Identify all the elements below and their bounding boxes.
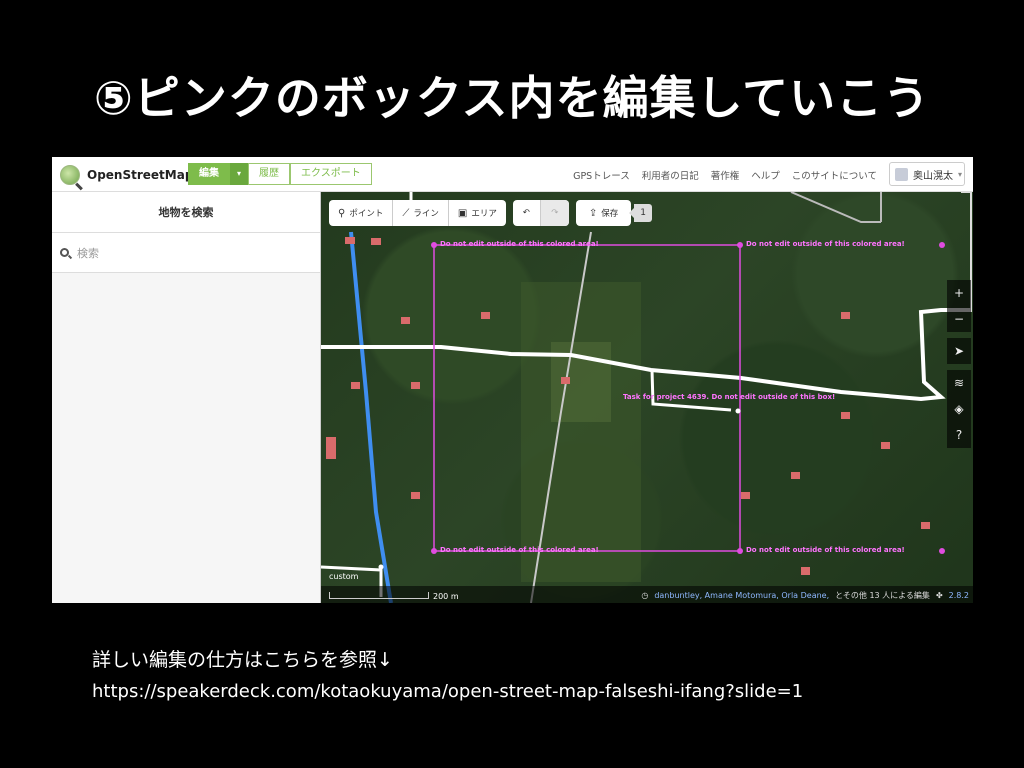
reference-url[interactable]: https://speakerdeck.com/kotaokuyama/open… <box>92 681 803 702</box>
road-node[interactable] <box>735 408 741 414</box>
edit-count-badge: 1 <box>629 204 652 222</box>
line-icon: ⟋ <box>402 207 410 219</box>
building[interactable] <box>345 237 355 244</box>
map-data-button[interactable]: ◈ <box>947 396 971 422</box>
search-icon <box>60 248 69 257</box>
zoom-out-button[interactable]: − <box>947 306 971 332</box>
area-icon: ▣ <box>457 207 468 219</box>
building[interactable] <box>561 377 570 384</box>
add-line-label: ライン <box>413 209 439 219</box>
feature-search-input[interactable]: 検索 <box>52 233 320 273</box>
add-point-button[interactable]: ⚲ ポイント <box>329 200 394 226</box>
user-name: 奥山滉太 <box>913 170 953 182</box>
scale-bar[interactable] <box>329 592 429 599</box>
nav-tabs: 編集 ▾ 履歴 エクスポート <box>188 163 372 185</box>
avatar <box>895 167 908 181</box>
attribution-names[interactable]: danbuntley, Amane Motomura, Orla Deane, <box>654 591 829 600</box>
editor-toolbar: ⚲ ポイント ⟋ ライン ▣ エリア ↶ ↷ ⇪ 保存 1 <box>329 200 652 226</box>
nav-link-diaries[interactable]: 利用者の日記 <box>642 168 699 182</box>
building[interactable] <box>326 437 336 459</box>
map-canvas[interactable]: ⚲ ポイント ⟋ ライン ▣ エリア ↶ ↷ ⇪ 保存 1 Do not edi… <box>321 192 973 603</box>
sponsor-logo-icon: ✤ <box>935 591 943 600</box>
chevron-down-icon: ▾ <box>958 169 963 179</box>
sidebar-header: 地物を検索 <box>52 192 320 233</box>
save-button[interactable]: ⇪ 保存 <box>576 200 631 226</box>
boundary-warning-label: Do not edit outside of this colored area… <box>440 546 599 554</box>
add-area-button[interactable]: ▣ エリア <box>449 200 506 226</box>
boundary-vertex[interactable] <box>431 242 437 248</box>
help-button[interactable]: ? <box>947 422 971 448</box>
add-line-button[interactable]: ⟋ ライン <box>393 200 449 226</box>
field-area <box>521 282 641 582</box>
edit-dropdown-button[interactable]: ▾ <box>230 163 249 185</box>
attribution-rest: とその他 13 人による編集 <box>835 591 930 600</box>
boundary-warning-label: Do not edit outside of this colored area… <box>746 240 905 248</box>
building[interactable] <box>481 312 490 319</box>
track-line[interactable] <box>790 192 881 223</box>
nav-link-help[interactable]: ヘルプ <box>751 168 780 182</box>
task-warning-label: Task for project 4639. Do not edit outsi… <box>623 393 836 401</box>
search-placeholder: 検索 <box>77 246 99 260</box>
tab-export[interactable]: エクスポート <box>290 163 372 185</box>
map-controls: + − ➤ ≋ ◈ ? <box>947 280 971 448</box>
save-label: 保存 <box>601 209 619 219</box>
boundary-vertex[interactable] <box>939 242 945 248</box>
waterway-line[interactable] <box>349 231 393 603</box>
building[interactable] <box>411 492 420 499</box>
building[interactable] <box>921 522 930 529</box>
map-footer: 200 m ◷ danbuntley, Amane Motomura, Orla… <box>321 586 973 603</box>
scale-label: 200 m <box>433 592 459 601</box>
building[interactable] <box>401 317 410 324</box>
building[interactable] <box>881 442 890 449</box>
version-label[interactable]: 2.8.2 <box>949 591 969 600</box>
history-icon: ◷ <box>641 591 649 600</box>
building[interactable] <box>801 567 810 575</box>
redo-button[interactable]: ↷ <box>540 200 569 226</box>
history-group: ↶ ↷ <box>512 200 569 226</box>
map-pin-icon: ⚲ <box>338 207 346 219</box>
save-group: ⇪ 保存 <box>575 200 632 226</box>
building[interactable] <box>841 412 850 419</box>
add-feature-group: ⚲ ポイント ⟋ ライン ▣ エリア <box>329 200 506 226</box>
nav-link-gps-traces[interactable]: GPSトレース <box>573 168 630 182</box>
attribution: ◷ danbuntley, Amane Motomura, Orla Deane… <box>641 590 969 601</box>
nav-links: GPSトレース 利用者の日記 著作権 ヘルプ このサイトについて <box>573 168 877 182</box>
nav-link-about[interactable]: このサイトについて <box>792 168 877 182</box>
road-node[interactable] <box>378 564 384 570</box>
user-menu[interactable]: 奥山滉太 ▾ <box>889 162 965 186</box>
upload-icon: ⇪ <box>588 207 598 219</box>
boundary-vertex[interactable] <box>737 548 743 554</box>
osm-screenshot: OpenStreetMap 編集 ▾ 履歴 エクスポート GPSトレース 利用者… <box>52 157 973 603</box>
boundary-vertex[interactable] <box>431 548 437 554</box>
building[interactable] <box>741 492 750 499</box>
slide-note: 詳しい編集の仕方はこちらを参照↓ <box>92 649 393 671</box>
boundary-warning-label: Do not edit outside of this colored area… <box>440 240 599 248</box>
building[interactable] <box>411 382 420 389</box>
osm-logo-icon <box>60 165 80 185</box>
nav-link-copyright[interactable]: 著作権 <box>711 168 740 182</box>
building[interactable] <box>371 238 381 245</box>
background-layers-button[interactable]: ≋ <box>947 370 971 396</box>
sidebar: 地物を検索 検索 <box>52 192 321 603</box>
add-area-label: エリア <box>471 209 497 219</box>
tab-edit[interactable]: 編集 <box>188 163 230 185</box>
redo-icon: ↷ <box>551 208 559 218</box>
undo-icon: ↶ <box>522 208 530 218</box>
brand-name: OpenStreetMap <box>87 168 194 182</box>
geolocate-button[interactable]: ➤ <box>947 338 971 364</box>
slide-title: ⑤ピンクのボックス内を編集していこう <box>93 71 931 125</box>
zoom-in-button[interactable]: + <box>947 280 971 306</box>
building[interactable] <box>841 312 850 319</box>
building[interactable] <box>791 472 800 479</box>
boundary-vertex[interactable] <box>737 242 743 248</box>
brand[interactable]: OpenStreetMap <box>60 165 193 185</box>
top-navigation: OpenStreetMap 編集 ▾ 履歴 エクスポート GPSトレース 利用者… <box>52 157 973 192</box>
add-point-label: ポイント <box>349 209 384 219</box>
boundary-warning-label: Do not edit outside of this colored area… <box>746 546 905 554</box>
boundary-vertex[interactable] <box>939 548 945 554</box>
tab-history[interactable]: 履歴 <box>248 163 291 185</box>
building[interactable] <box>351 382 360 389</box>
undo-button[interactable]: ↶ <box>513 200 541 226</box>
custom-label: custom <box>329 572 359 581</box>
